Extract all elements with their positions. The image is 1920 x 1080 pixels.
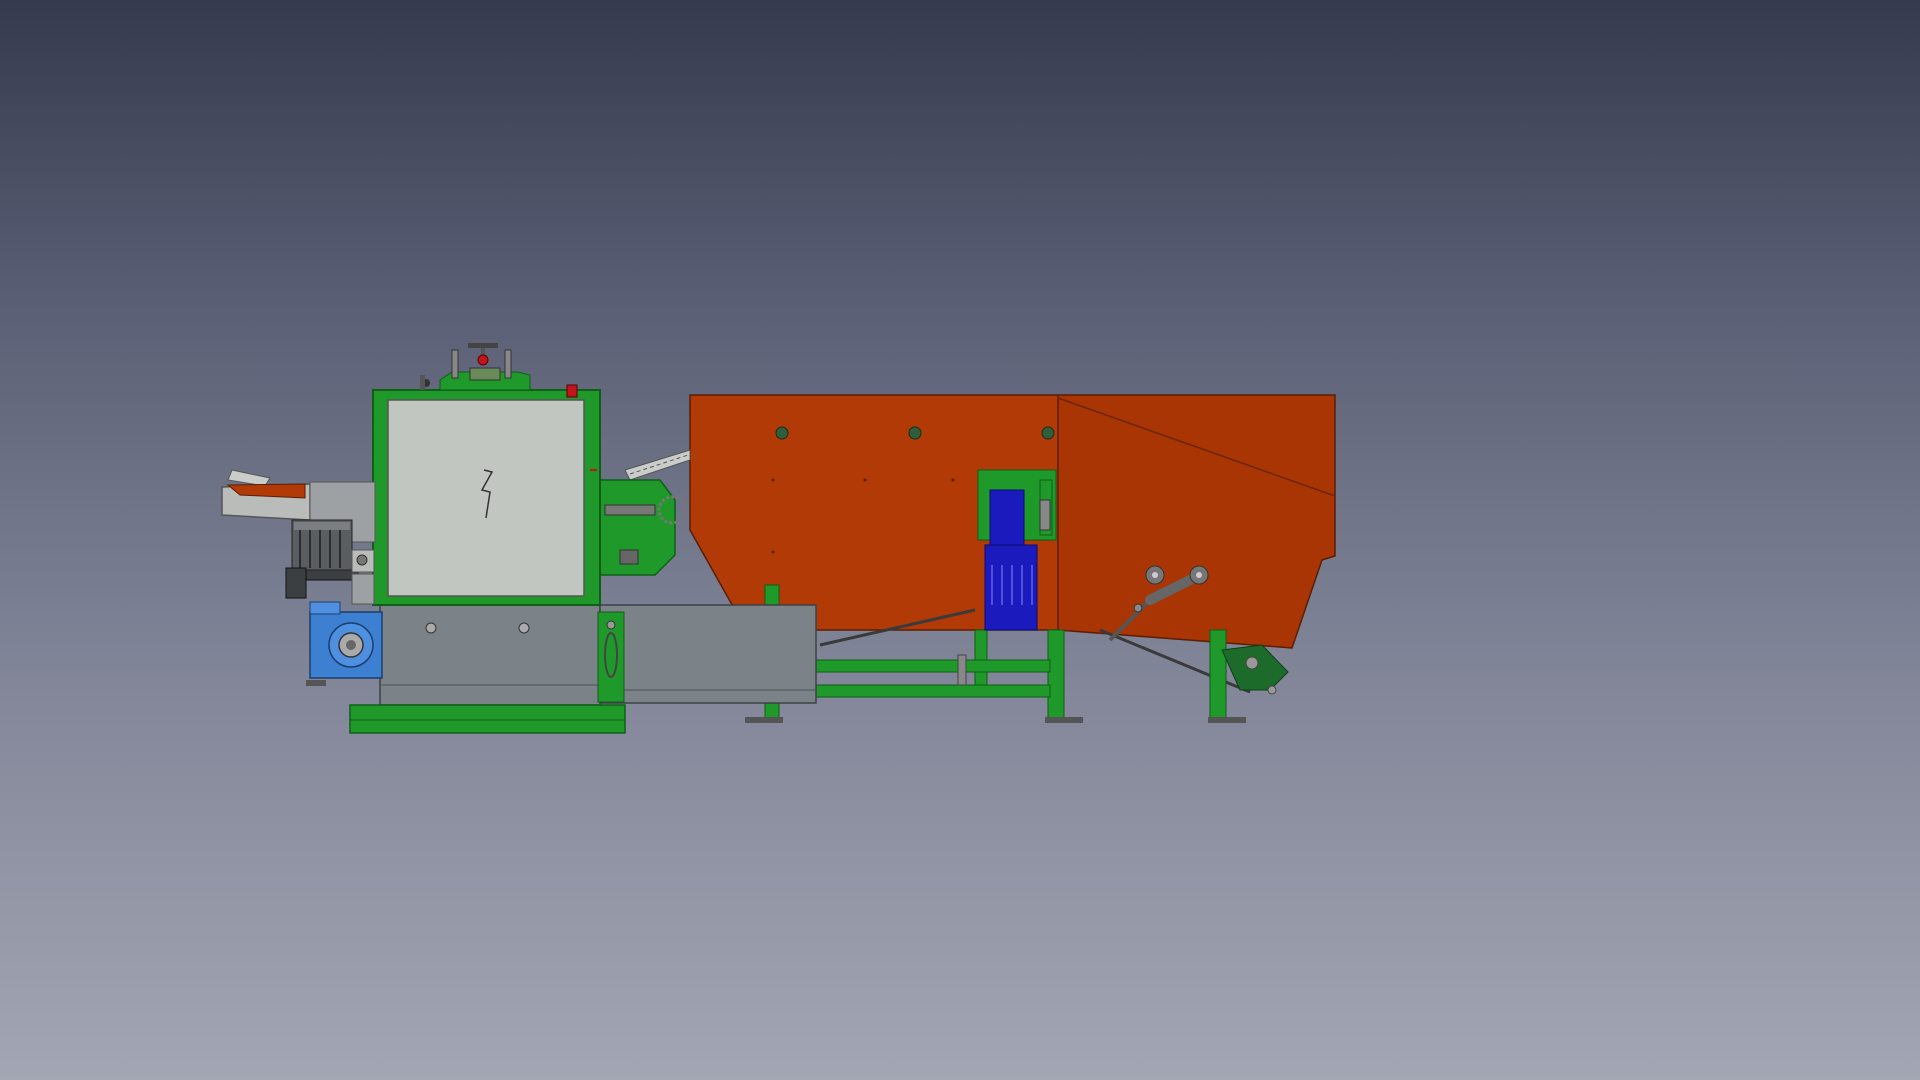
conveyor-chain[interactable] [624,449,691,481]
cutter-housing[interactable] [372,371,601,606]
support-leg [1209,629,1227,721]
leg-foot [1208,717,1246,723]
housing-bolt [425,622,437,634]
housing-bolt [518,622,530,634]
base-housing-left [379,599,601,706]
hopper-rivet [951,478,955,482]
hopper-side-panel[interactable] [1057,394,1336,649]
base-housing[interactable] [379,599,817,706]
leg-foot [745,717,783,723]
leg-foot [1045,717,1083,723]
base-housing-right [599,604,817,704]
rear-bracket[interactable] [1221,644,1289,695]
machine-model[interactable] [0,0,1920,1080]
gearbox[interactable] [306,601,383,686]
hopper-bolt [908,426,922,440]
hopper-rivet [771,550,775,554]
hopper-rivet [771,478,775,482]
frame-crossbar [814,659,1051,673]
hopper-bolt [775,426,789,440]
cutter-door[interactable] [387,399,585,597]
support-leg [974,629,988,686]
indicator-light [566,384,578,398]
hopper-bolt [1041,426,1055,440]
base-frame[interactable] [349,704,626,734]
cad-viewport[interactable] [0,0,1920,1080]
hopper-rivet [863,478,867,482]
support-leg [1047,629,1065,721]
frame-crossbar [814,684,1051,698]
motor-gear-head [989,489,1025,546]
side-motor[interactable] [597,479,687,576]
chain-tensioner [957,654,967,686]
